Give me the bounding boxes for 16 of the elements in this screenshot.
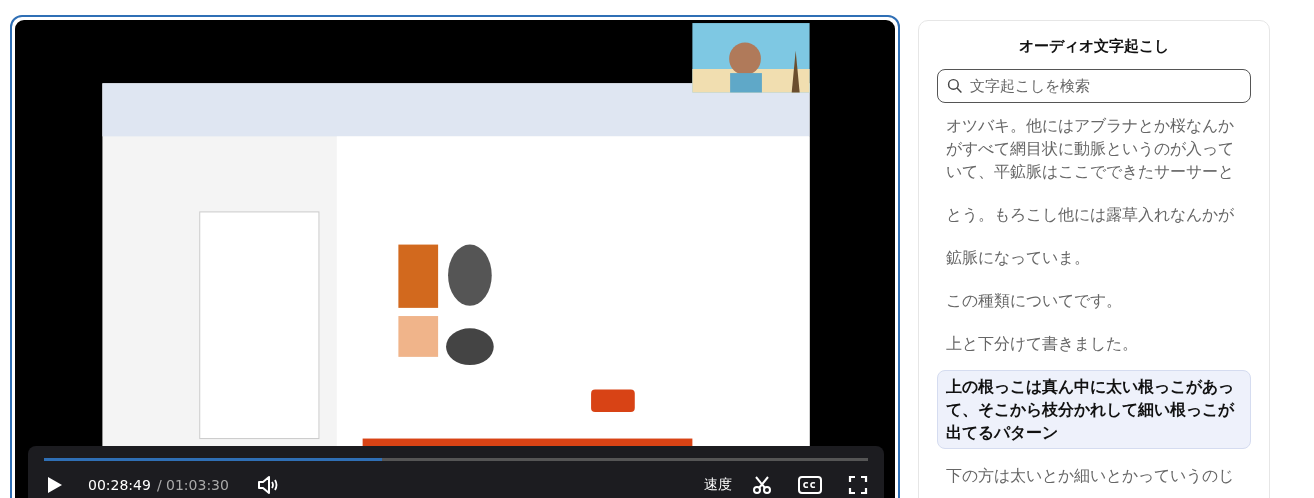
current-time: 00:28:49 bbox=[88, 477, 151, 493]
search-field[interactable]: 文字起こしを検索 bbox=[937, 69, 1251, 103]
search-icon bbox=[947, 78, 963, 94]
transcript-line[interactable]: とう。もろこし他には露草入れなんかが bbox=[937, 198, 1251, 231]
transcript-line[interactable]: 下の方は太いとか細いとかっていうのじ bbox=[937, 459, 1251, 492]
total-time: / 01:03:30 bbox=[156, 477, 229, 493]
fullscreen-icon[interactable] bbox=[848, 475, 868, 495]
transcript-line[interactable]: オツバキ。他にはアブラナとか桜なんかがすべて網目状に動脈というのが入っていて、平鉱脈はここでできたサーサーと bbox=[937, 109, 1251, 188]
panel-title: オーディオ文字起こし bbox=[1018, 37, 1170, 56]
transcript-line[interactable]: 鉱脈になっていま。 bbox=[937, 241, 1251, 274]
transcript-line[interactable]: この種類についてです。 bbox=[937, 284, 1251, 317]
captions-icon[interactable] bbox=[798, 475, 822, 495]
scissors-icon[interactable] bbox=[752, 475, 772, 495]
volume-icon[interactable] bbox=[256, 475, 279, 495]
speed-button[interactable]: 速度 bbox=[704, 476, 732, 494]
transcript-line[interactable]: 上と下分けて書きました。 bbox=[937, 327, 1251, 360]
